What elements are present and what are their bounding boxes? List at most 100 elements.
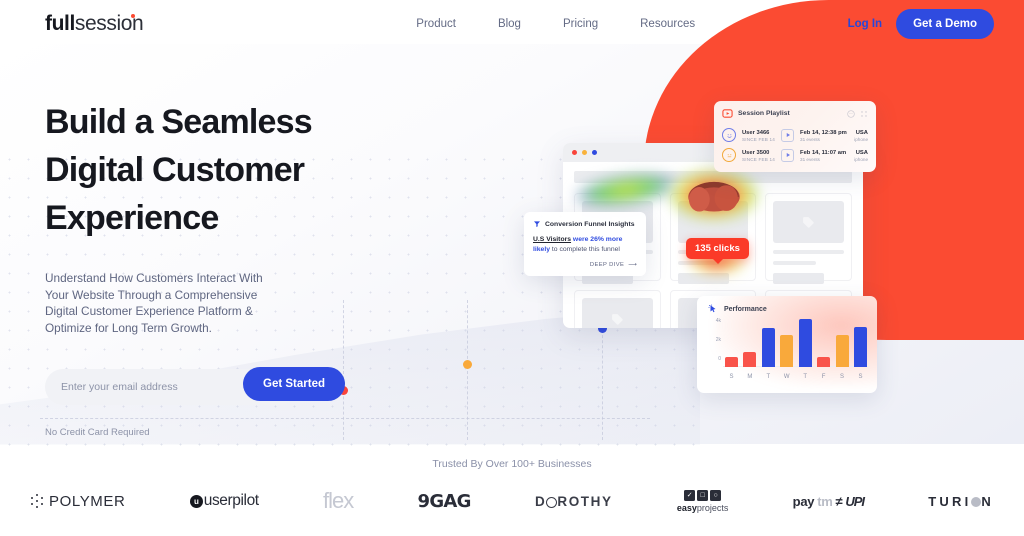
logo-red-dot-icon <box>131 14 135 18</box>
traffic-light-close-icon <box>572 150 577 155</box>
flex-logo: flex <box>322 488 354 514</box>
flex-logo-text: flex <box>322 488 354 513</box>
deep-dive-link[interactable]: DEEP DIVE ⟶ <box>533 262 637 268</box>
mock-product-card <box>574 290 661 328</box>
mock-button <box>677 273 729 284</box>
funnel-text-rest: to complete this funnel <box>550 246 620 253</box>
grid-icon[interactable] <box>860 110 868 118</box>
x-tick-label: W <box>783 374 790 380</box>
playlist-user-since: SINCE FEB 14 <box>742 156 776 162</box>
funnel-card-title: Conversion Funnel Insights <box>545 220 635 228</box>
email-input[interactable] <box>61 381 221 393</box>
landing-page: fullsession Product Blog Pricing Resourc… <box>0 0 1024 536</box>
playlist-session-info: Feb 14, 12:38 pm 31 events <box>800 129 847 142</box>
easyprojects-icons: ✓ □ ○ <box>677 489 729 501</box>
tag-icon <box>803 216 814 228</box>
turion-o-icon <box>971 497 982 507</box>
hero-content: Build a Seamless Digital Customer Experi… <box>45 98 465 438</box>
playlist-session-events: 31 events <box>800 136 820 142</box>
cursor-click-icon <box>708 304 716 313</box>
x-tick-label: T <box>766 374 771 380</box>
playlist-geo-info: USA iphone <box>854 149 868 162</box>
polymer-logo: POLYMER <box>30 493 125 510</box>
playlist-row[interactable]: User 3500 SINCE FEB 14 Feb 14, 11:07 am … <box>722 145 868 165</box>
performance-chart: 4k 2k 0 S M T W T F S S <box>697 314 877 386</box>
userpilot-logo-text: userpilot <box>203 492 259 509</box>
dorothy-logo-suffix: ROTHY <box>557 493 613 509</box>
mock-button <box>773 273 825 284</box>
mock-text-line <box>773 250 844 254</box>
9gag-logo-text: 9GAG <box>417 490 472 512</box>
hero-title-line-3: Experience <box>45 199 219 237</box>
playlist-geo-info: USA iphone <box>854 129 868 142</box>
nav-item-resources[interactable]: Resources <box>640 18 695 30</box>
arrow-right-icon: ⟶ <box>628 262 637 268</box>
userpilot-mark-icon: u <box>189 494 203 508</box>
polymer-logo-text: POLYMER <box>49 492 126 510</box>
turion-logo-prefix: TURI <box>928 493 972 509</box>
playlist-row[interactable]: User 3466 SINCE FEB 14 Feb 14, 12:38 pm … <box>722 125 868 145</box>
mock-text-line <box>773 261 816 265</box>
chart-x-axis: S M T W T F S S <box>725 374 867 380</box>
smiley-icon[interactable] <box>847 109 855 118</box>
play-icon[interactable] <box>781 128 795 142</box>
chart-bar <box>743 351 757 367</box>
headphones-product-image <box>688 181 740 212</box>
traffic-light-minimize-icon <box>582 150 587 155</box>
9gag-logo: 9GAG <box>417 490 472 512</box>
video-play-icon <box>722 109 733 118</box>
easyprojects-bold: easy <box>676 502 697 513</box>
playlist-device: iphone <box>854 136 868 142</box>
y-tick-label: 0 <box>718 356 721 362</box>
person-icon: □ <box>697 489 709 501</box>
get-started-button[interactable]: Get Started <box>243 367 345 401</box>
nav-item-blog[interactable]: Blog <box>498 18 521 30</box>
polymer-dots-icon <box>30 494 44 509</box>
hero-subtitle: Understand How Customers Interact With Y… <box>45 271 263 335</box>
funnel-card-header: Conversion Funnel Insights <box>533 220 637 228</box>
nav-item-pricing[interactable]: Pricing <box>563 18 598 30</box>
smiley-happy-icon <box>722 128 736 142</box>
nav-item-product[interactable]: Product <box>416 18 456 30</box>
playlist-header-icons <box>847 109 868 118</box>
clock-icon: ○ <box>710 489 722 501</box>
turion-logo: TURI N <box>928 494 994 509</box>
clicks-count-badge: 135 clicks <box>686 238 749 264</box>
paytm-logo-text: pay <box>792 493 815 509</box>
tag-icon <box>611 313 623 325</box>
login-link[interactable]: Log In <box>848 18 883 30</box>
session-playlist-card: Session Playlist User 3466 SINCE FEB 14 … <box>714 101 876 172</box>
userpilot-logo: u userpilot <box>189 492 259 510</box>
playlist-country: USA <box>855 129 868 136</box>
dorothy-logo-prefix: D <box>534 493 547 509</box>
playlist-card-header: Session Playlist <box>722 108 868 119</box>
site-header: fullsession Product Blog Pricing Resourc… <box>0 0 1024 48</box>
x-tick-label: T <box>803 374 808 380</box>
play-icon[interactable] <box>781 148 795 162</box>
mock-product-image <box>582 298 653 328</box>
grid-vline-3 <box>602 330 603 440</box>
x-tick-label: S <box>840 374 845 380</box>
playlist-user-name: User 3466 <box>742 129 770 136</box>
turion-logo-suffix: N <box>981 493 994 509</box>
hero-title-line-2: Digital Customer <box>45 151 305 189</box>
upi-logo-text: UPI <box>845 493 865 509</box>
email-signup-form: Get Started <box>45 367 345 405</box>
conversion-funnel-insights-card: Conversion Funnel Insights U.S Visitors … <box>524 212 646 276</box>
traffic-light-maximize-icon <box>592 150 597 155</box>
chart-bars <box>725 313 867 367</box>
x-tick-label: S <box>729 374 734 380</box>
playlist-session-events: 31 events <box>800 156 820 162</box>
brand-logo[interactable]: fullsession <box>45 12 144 36</box>
playlist-session-info: Feb 14, 11:07 am 31 events <box>800 149 846 162</box>
playlist-session-date: Feb 14, 12:38 pm <box>800 129 847 136</box>
chart-bar <box>761 328 775 367</box>
paytm-separator-icon: ≠ <box>835 493 843 509</box>
mock-product-image <box>773 201 844 243</box>
funnel-icon <box>534 221 540 227</box>
playlist-user-info: User 3500 SINCE FEB 14 <box>742 149 775 162</box>
y-tick-label: 4k <box>715 318 721 324</box>
smiley-neutral-icon <box>722 148 736 162</box>
page-title: Build a Seamless Digital Customer Experi… <box>45 98 465 242</box>
get-a-demo-button[interactable]: Get a Demo <box>896 9 994 39</box>
